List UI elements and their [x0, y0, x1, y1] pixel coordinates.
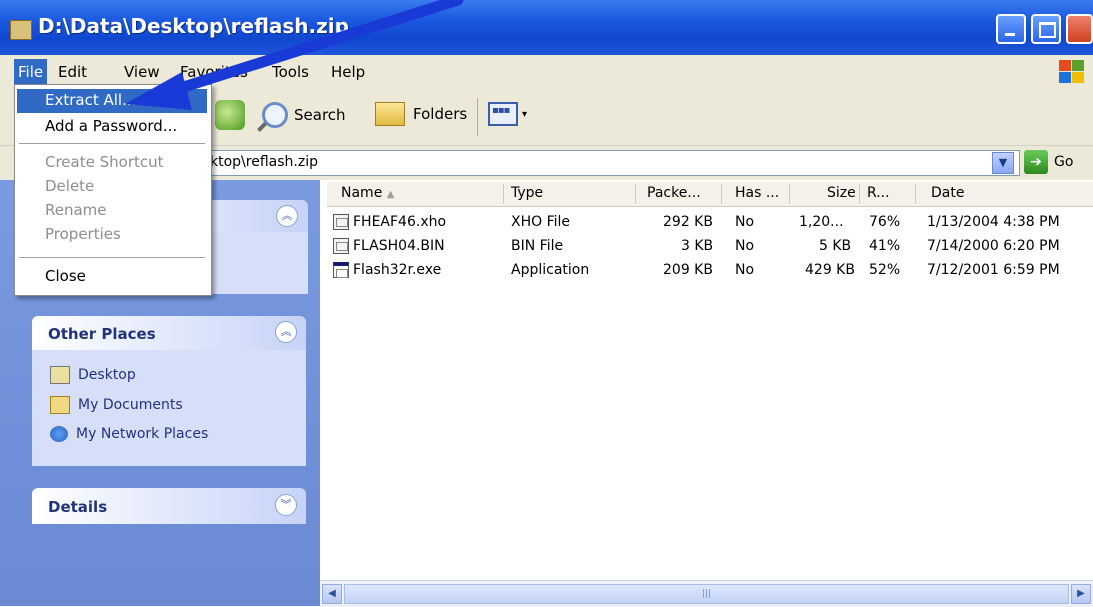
annotation-arrow — [125, 0, 464, 110]
